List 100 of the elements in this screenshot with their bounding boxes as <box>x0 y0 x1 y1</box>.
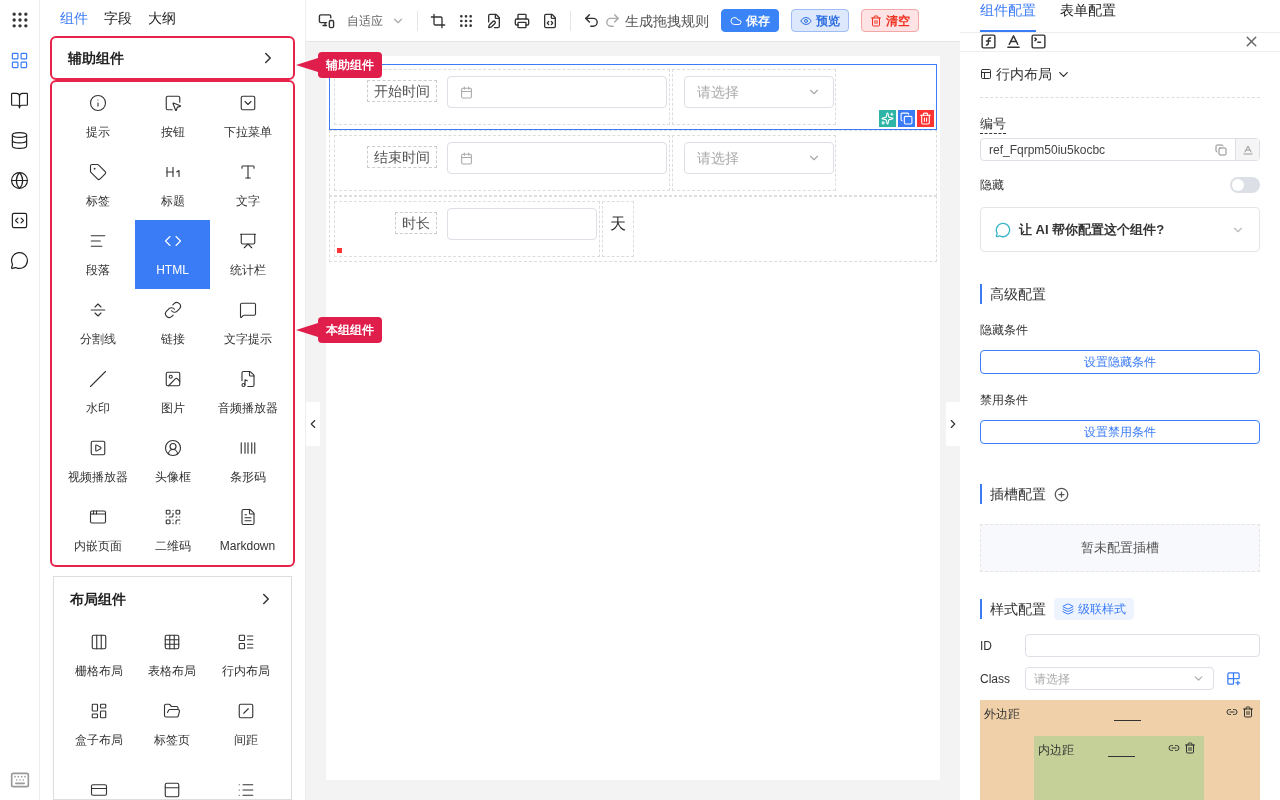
link-icon <box>163 300 182 319</box>
markdown-icon <box>238 507 257 526</box>
disable-condition-label: 禁用条件 <box>980 392 1029 408</box>
keyboard-icon[interactable] <box>9 770 30 790</box>
add-icon[interactable] <box>1054 486 1069 502</box>
set-disable-condition-button[interactable]: 设置禁用条件 <box>980 420 1260 444</box>
component-item[interactable]: 条形码 <box>210 427 285 496</box>
component-item[interactable]: 水印 <box>60 358 135 427</box>
component-item[interactable]: HTML <box>135 220 210 289</box>
collapse-left-icon[interactable] <box>306 402 320 446</box>
database-icon[interactable] <box>10 130 29 150</box>
component-item[interactable]: 视频播放器 <box>60 427 135 496</box>
component-item[interactable]: 行内布局 <box>209 621 283 690</box>
ref-label: 编号 <box>980 113 1006 134</box>
component-item[interactable]: 内嵌页面 <box>60 496 135 565</box>
form-row[interactable]: 结束时间 请选择 <box>329 130 937 196</box>
form-row[interactable]: 时长 天 <box>329 196 937 262</box>
delete-icon[interactable] <box>917 110 934 127</box>
group-header[interactable]: 布局组件 <box>54 577 291 621</box>
add-class-icon[interactable] <box>1226 671 1241 686</box>
component-item[interactable]: 标签 <box>60 151 135 220</box>
code-icon[interactable] <box>10 210 29 230</box>
component-item[interactable]: 表格布局 <box>135 621 210 690</box>
link-icon[interactable] <box>1226 706 1238 718</box>
edit-file-icon[interactable] <box>486 12 502 29</box>
columns-icon <box>89 632 108 651</box>
toolbar-button[interactable]: 保存 <box>721 9 779 32</box>
frame-icon[interactable] <box>430 12 446 29</box>
component-item[interactable]: 链接 <box>135 289 210 358</box>
layout-icon <box>980 68 992 80</box>
collapse-right-icon[interactable] <box>946 402 960 446</box>
component-item[interactable]: Markdown <box>210 496 285 565</box>
book-icon[interactable] <box>10 90 29 110</box>
dropdown-icon <box>238 93 257 112</box>
component-item[interactable]: 标签页 <box>135 690 210 759</box>
hidden-toggle[interactable] <box>1230 177 1260 193</box>
play-icon <box>88 438 107 457</box>
component-item[interactable]: 按钮 <box>135 82 210 151</box>
component-item[interactable]: 文字 <box>210 151 285 220</box>
generate-rules-button[interactable]: 生成拖拽规则 <box>604 10 709 31</box>
date-field[interactable] <box>447 142 667 174</box>
trash-icon <box>870 14 882 27</box>
font-icon[interactable] <box>1005 33 1022 51</box>
config-tab[interactable]: 组件配置 <box>980 0 1036 32</box>
trash-icon[interactable] <box>1184 742 1196 754</box>
device-icon[interactable] <box>318 12 335 29</box>
component-item[interactable]: 段落 <box>60 220 135 289</box>
component-item[interactable]: 提示 <box>60 82 135 151</box>
print-icon[interactable] <box>514 12 530 29</box>
link-icon[interactable] <box>1168 742 1180 754</box>
component-item[interactable]: 分割线 <box>60 289 135 358</box>
set-hide-condition-button[interactable]: 设置隐藏条件 <box>980 350 1260 374</box>
toolbar-button[interactable]: 预览 <box>791 9 849 32</box>
tab-icon <box>163 701 182 720</box>
group-header[interactable]: 辅助组件 <box>50 36 295 80</box>
terminal-icon[interactable] <box>1030 33 1047 51</box>
layers-icon <box>1062 603 1074 615</box>
grid-icon[interactable] <box>10 50 29 70</box>
cloud-icon <box>730 14 742 27</box>
component-item[interactable]: 间距 <box>209 690 283 759</box>
cascade-style-button[interactable]: 级联样式 <box>1054 598 1134 620</box>
panel-tab[interactable]: 字段 <box>104 8 132 28</box>
calendar-icon <box>460 85 473 99</box>
date-field[interactable] <box>447 76 667 108</box>
copy-icon[interactable] <box>898 110 915 127</box>
chart-icon <box>238 231 257 250</box>
component-item[interactable]: 栅格布局 <box>62 621 136 690</box>
component-item[interactable]: 音频播放器 <box>210 358 285 427</box>
field-label: 结束时间 <box>367 146 437 168</box>
trash-icon[interactable] <box>1242 706 1254 718</box>
ai-chat-icon[interactable] <box>10 250 29 270</box>
spacing-icon <box>237 701 256 720</box>
ai-chat-icon <box>995 221 1011 238</box>
component-item[interactable]: 标题 <box>135 151 210 220</box>
function-icon[interactable] <box>980 33 997 51</box>
config-tab[interactable]: 表单配置 <box>1060 0 1116 32</box>
globe-icon[interactable] <box>10 170 29 190</box>
group-title: 布局组件 <box>70 590 126 609</box>
panel-tab[interactable]: 组件 <box>60 8 88 28</box>
component-item[interactable]: 盒子布局 <box>62 690 136 759</box>
component-item[interactable]: 头像框 <box>135 427 210 496</box>
component-item[interactable]: 统计栏 <box>210 220 285 289</box>
component-type-select[interactable]: 行内布局 <box>996 64 1071 84</box>
grid-dots-icon[interactable] <box>458 12 474 29</box>
component-item[interactable]: 图片 <box>135 358 210 427</box>
undo-icon[interactable] <box>583 12 600 29</box>
device-select[interactable]: 自适应 <box>347 12 405 29</box>
image-icon <box>163 369 182 388</box>
code-file-icon[interactable] <box>542 12 558 29</box>
ai-prompt-card[interactable]: 让 AI 帮你配置这个组件? <box>980 207 1260 252</box>
panel-icon <box>163 781 182 799</box>
group-title: 辅助组件 <box>68 49 124 68</box>
component-item[interactable]: 二维码 <box>135 496 210 565</box>
margin-label: 外边距 <box>984 706 1020 722</box>
id-field[interactable] <box>1025 634 1260 657</box>
component-item[interactable]: 文字提示 <box>210 289 285 358</box>
panel-tab[interactable]: 大纲 <box>148 8 176 28</box>
input-field[interactable] <box>447 208 597 240</box>
component-item[interactable]: 下拉菜单 <box>210 82 285 151</box>
class-label: Class <box>980 670 1011 687</box>
